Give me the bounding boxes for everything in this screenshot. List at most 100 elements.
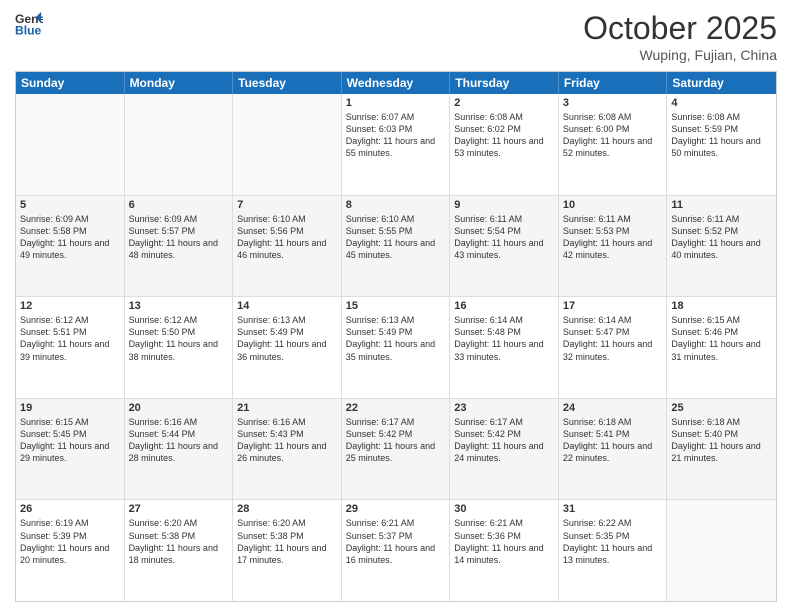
day-number: 27 — [129, 503, 229, 515]
day-header: Friday — [559, 72, 668, 94]
logo-icon: General Blue — [15, 10, 43, 38]
day-info: Sunrise: 6:14 AMSunset: 5:47 PMDaylight:… — [563, 314, 663, 363]
day-number: 6 — [129, 199, 229, 211]
day-cell: 23 Sunrise: 6:17 AMSunset: 5:42 PMDayligh… — [450, 399, 559, 500]
day-header: Wednesday — [342, 72, 451, 94]
day-number: 29 — [346, 503, 446, 515]
day-number: 15 — [346, 300, 446, 312]
day-info: Sunrise: 6:12 AMSunset: 5:51 PMDaylight:… — [20, 314, 120, 363]
day-number: 31 — [563, 503, 663, 515]
day-cell: 24Sunrise: 6:18 AMSunset: 5:41 PMDayligh… — [559, 399, 668, 500]
day-info: Sunrise: 6:08 AMSunset: 5:59 PMDaylight:… — [671, 111, 772, 160]
day-header: Saturday — [667, 72, 776, 94]
empty-cell — [667, 500, 776, 601]
month-title: October 2025 — [583, 10, 777, 47]
day-cell: 21Sunrise: 6:16 AMSunset: 5:43 PMDayligh… — [233, 399, 342, 500]
week-row: 26 Sunrise: 6:19 AMSunset: 5:39 PMDayligh… — [16, 500, 776, 601]
day-cell: 3 Sunrise: 6:08 AMSunset: 6:00 PMDaylight… — [559, 94, 668, 195]
day-number: 12 — [20, 300, 120, 312]
day-cell: 5Sunrise: 6:09 AMSunset: 5:58 PMDaylight… — [16, 196, 125, 297]
day-info: Sunrise: 6:11 AMSunset: 5:53 PMDaylight:… — [563, 213, 663, 262]
day-info: Sunrise: 6:08 AMSunset: 6:00 PMDaylight:… — [563, 111, 663, 160]
day-cell: 26 Sunrise: 6:19 AMSunset: 5:39 PMDayligh… — [16, 500, 125, 601]
day-cell: 16 Sunrise: 6:14 AMSunset: 5:48 PMDayligh… — [450, 297, 559, 398]
day-number: 9 — [454, 199, 554, 211]
day-info: Sunrise: 6:16 AMSunset: 5:44 PMDaylight:… — [129, 416, 229, 465]
day-info: Sunrise: 6:20 AMSunset: 5:38 PMDaylight:… — [129, 517, 229, 566]
logo: General Blue — [15, 10, 43, 38]
calendar: SundayMondayTuesdayWednesdayThursdayFrid… — [15, 71, 777, 602]
day-header: Thursday — [450, 72, 559, 94]
day-cell: 22 Sunrise: 6:17 AMSunset: 5:42 PMDayligh… — [342, 399, 451, 500]
day-number: 16 — [454, 300, 554, 312]
day-info: Sunrise: 6:13 AMSunset: 5:49 PMDaylight:… — [237, 314, 337, 363]
day-number: 4 — [671, 97, 772, 109]
day-cell: 15 Sunrise: 6:13 AMSunset: 5:49 PMDayligh… — [342, 297, 451, 398]
day-cell: 19Sunrise: 6:15 AMSunset: 5:45 PMDayligh… — [16, 399, 125, 500]
day-info: Sunrise: 6:21 AMSunset: 5:36 PMDaylight:… — [454, 517, 554, 566]
empty-cell — [125, 94, 234, 195]
day-number: 7 — [237, 199, 337, 211]
day-info: Sunrise: 6:10 AMSunset: 5:55 PMDaylight:… — [346, 213, 446, 262]
day-header: Tuesday — [233, 72, 342, 94]
day-cell: 31 Sunrise: 6:22 AMSunset: 5:35 PMDayligh… — [559, 500, 668, 601]
day-info: Sunrise: 6:10 AMSunset: 5:56 PMDaylight:… — [237, 213, 337, 262]
day-header: Monday — [125, 72, 234, 94]
day-cell: 14 Sunrise: 6:13 AMSunset: 5:49 PMDayligh… — [233, 297, 342, 398]
day-number: 20 — [129, 402, 229, 414]
day-header: Sunday — [16, 72, 125, 94]
day-number: 18 — [671, 300, 772, 312]
day-info: Sunrise: 6:22 AMSunset: 5:35 PMDaylight:… — [563, 517, 663, 566]
day-cell: 6 Sunrise: 6:09 AMSunset: 5:57 PMDaylight… — [125, 196, 234, 297]
day-number: 8 — [346, 199, 446, 211]
day-info: Sunrise: 6:12 AMSunset: 5:50 PMDaylight:… — [129, 314, 229, 363]
day-info: Sunrise: 6:11 AMSunset: 5:52 PMDaylight:… — [671, 213, 772, 262]
day-number: 10 — [563, 199, 663, 211]
day-number: 11 — [671, 199, 772, 211]
day-cell: 2 Sunrise: 6:08 AMSunset: 6:02 PMDaylight… — [450, 94, 559, 195]
day-info: Sunrise: 6:20 AMSunset: 5:38 PMDaylight:… — [237, 517, 337, 566]
day-info: Sunrise: 6:18 AMSunset: 5:40 PMDaylight:… — [671, 416, 772, 465]
day-info: Sunrise: 6:07 AMSunset: 6:03 PMDaylight:… — [346, 111, 446, 160]
page: General Blue October 2025 Wuping, Fujian… — [0, 0, 792, 612]
day-info: Sunrise: 6:17 AMSunset: 5:42 PMDaylight:… — [346, 416, 446, 465]
svg-text:Blue: Blue — [15, 23, 42, 37]
day-info: Sunrise: 6:13 AMSunset: 5:49 PMDaylight:… — [346, 314, 446, 363]
day-number: 23 — [454, 402, 554, 414]
day-info: Sunrise: 6:08 AMSunset: 6:02 PMDaylight:… — [454, 111, 554, 160]
day-info: Sunrise: 6:21 AMSunset: 5:37 PMDaylight:… — [346, 517, 446, 566]
week-row: 5Sunrise: 6:09 AMSunset: 5:58 PMDaylight… — [16, 196, 776, 298]
day-number: 13 — [129, 300, 229, 312]
day-number: 3 — [563, 97, 663, 109]
week-row: 12 Sunrise: 6:12 AMSunset: 5:51 PMDayligh… — [16, 297, 776, 399]
day-info: Sunrise: 6:09 AMSunset: 5:57 PMDaylight:… — [129, 213, 229, 262]
week-row: 19Sunrise: 6:15 AMSunset: 5:45 PMDayligh… — [16, 399, 776, 501]
day-number: 5 — [20, 199, 120, 211]
day-number: 25 — [671, 402, 772, 414]
day-number: 14 — [237, 300, 337, 312]
day-number: 1 — [346, 97, 446, 109]
day-headers: SundayMondayTuesdayWednesdayThursdayFrid… — [16, 72, 776, 94]
day-info: Sunrise: 6:19 AMSunset: 5:39 PMDaylight:… — [20, 517, 120, 566]
day-number: 26 — [20, 503, 120, 515]
day-info: Sunrise: 6:18 AMSunset: 5:41 PMDaylight:… — [563, 416, 663, 465]
day-number: 21 — [237, 402, 337, 414]
day-cell: 8 Sunrise: 6:10 AMSunset: 5:55 PMDaylight… — [342, 196, 451, 297]
day-info: Sunrise: 6:17 AMSunset: 5:42 PMDaylight:… — [454, 416, 554, 465]
day-cell: 10 Sunrise: 6:11 AMSunset: 5:53 PMDayligh… — [559, 196, 668, 297]
location: Wuping, Fujian, China — [583, 47, 777, 63]
day-cell: 25 Sunrise: 6:18 AMSunset: 5:40 PMDayligh… — [667, 399, 776, 500]
day-cell: 20 Sunrise: 6:16 AMSunset: 5:44 PMDayligh… — [125, 399, 234, 500]
header: General Blue October 2025 Wuping, Fujian… — [15, 10, 777, 63]
day-cell: 30 Sunrise: 6:21 AMSunset: 5:36 PMDayligh… — [450, 500, 559, 601]
day-info: Sunrise: 6:14 AMSunset: 5:48 PMDaylight:… — [454, 314, 554, 363]
day-number: 30 — [454, 503, 554, 515]
week-row: 1 Sunrise: 6:07 AMSunset: 6:03 PMDaylight… — [16, 94, 776, 196]
day-number: 17 — [563, 300, 663, 312]
day-cell: 17 Sunrise: 6:14 AMSunset: 5:47 PMDayligh… — [559, 297, 668, 398]
day-number: 22 — [346, 402, 446, 414]
day-cell: 27 Sunrise: 6:20 AMSunset: 5:38 PMDayligh… — [125, 500, 234, 601]
day-cell: 4 Sunrise: 6:08 AMSunset: 5:59 PMDaylight… — [667, 94, 776, 195]
day-number: 2 — [454, 97, 554, 109]
day-info: Sunrise: 6:15 AMSunset: 5:46 PMDaylight:… — [671, 314, 772, 363]
